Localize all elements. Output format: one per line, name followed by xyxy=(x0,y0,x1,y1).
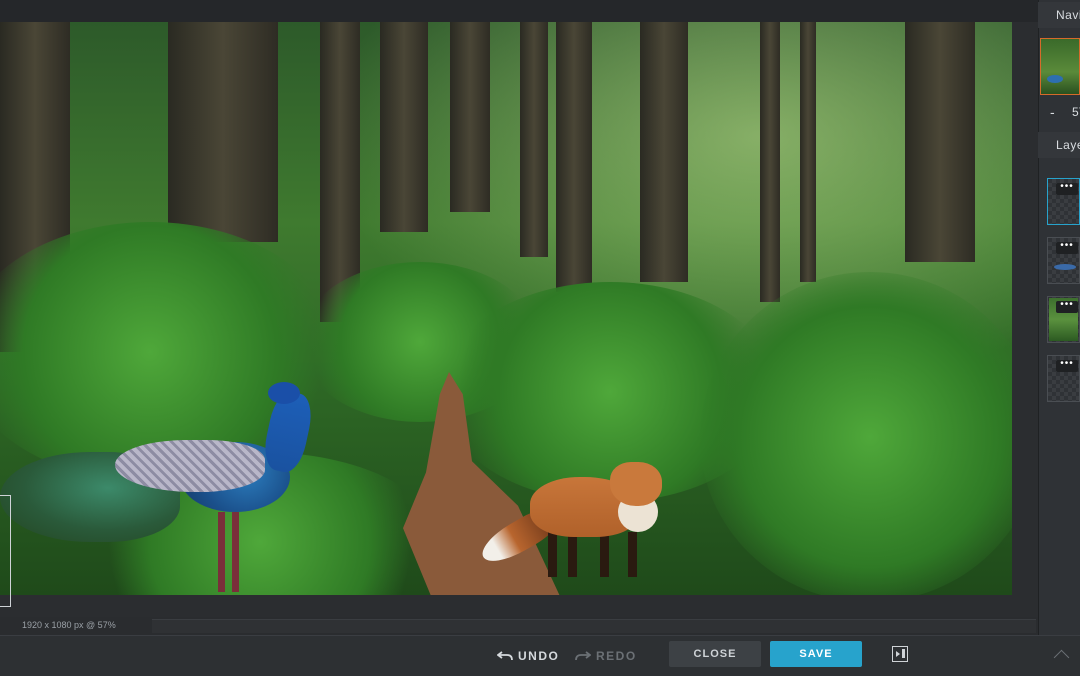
zoom-value[interactable]: 57% xyxy=(1072,105,1080,119)
undo-button[interactable]: UNDO xyxy=(497,649,559,663)
image-size-info: 1920 x 1080 px @ 57% xyxy=(22,620,116,630)
selection-handle[interactable] xyxy=(0,495,11,607)
workspace-top-strip xyxy=(0,0,1038,22)
layers-header[interactable]: Layers xyxy=(1038,132,1080,158)
layer-menu-icon[interactable]: ••• xyxy=(1056,300,1078,313)
tree-trunk xyxy=(520,22,548,257)
fox-leg xyxy=(600,532,609,577)
panel-toggle-icon[interactable] xyxy=(892,646,908,662)
layer-item[interactable]: ••• xyxy=(1047,178,1080,225)
editor-workspace: 1920 x 1080 px @ 57% xyxy=(0,0,1038,635)
layer-item[interactable]: ••• xyxy=(1047,355,1080,402)
undo-icon xyxy=(497,651,513,661)
tree-trunk xyxy=(760,22,780,302)
foliage xyxy=(700,272,1012,595)
zoom-out-button[interactable]: - xyxy=(1050,104,1055,120)
redo-label: REDO xyxy=(596,649,637,663)
layer-item[interactable]: ••• xyxy=(1047,237,1080,284)
save-button[interactable]: SAVE xyxy=(770,641,862,667)
fox-head xyxy=(610,462,662,506)
zoom-controls: - 57% xyxy=(1038,104,1080,124)
tree-trunk xyxy=(800,22,816,282)
tree-trunk xyxy=(380,22,428,232)
tree-trunk xyxy=(640,22,688,282)
thumbnail-peacock xyxy=(1047,75,1063,83)
peacock-leg xyxy=(218,512,225,592)
layer-item[interactable]: ••• xyxy=(1047,296,1080,343)
navigator-thumbnail[interactable] xyxy=(1040,38,1080,95)
status-bar xyxy=(152,619,1036,633)
layer-menu-icon[interactable]: ••• xyxy=(1056,182,1078,195)
fox-leg xyxy=(628,532,637,577)
tree-trunk xyxy=(905,22,975,262)
tree-trunk xyxy=(168,22,278,242)
layer-menu-icon[interactable]: ••• xyxy=(1056,359,1078,372)
peacock-wing xyxy=(115,440,265,492)
image-canvas[interactable] xyxy=(0,22,1012,595)
fox-leg xyxy=(568,532,577,577)
tree-trunk xyxy=(556,22,592,292)
tree-trunk xyxy=(450,22,490,212)
layer-menu-icon[interactable]: ••• xyxy=(1056,241,1078,254)
redo-button[interactable]: REDO xyxy=(575,649,637,663)
peacock-head xyxy=(268,382,300,404)
undo-label: UNDO xyxy=(518,649,560,663)
close-button[interactable]: CLOSE xyxy=(669,641,761,667)
navigator-header[interactable]: Navigator xyxy=(1038,2,1080,28)
redo-icon xyxy=(575,651,591,661)
peacock-leg xyxy=(232,512,239,592)
fox-leg xyxy=(548,532,557,577)
layer-thumbnail-peacock xyxy=(1054,264,1076,270)
